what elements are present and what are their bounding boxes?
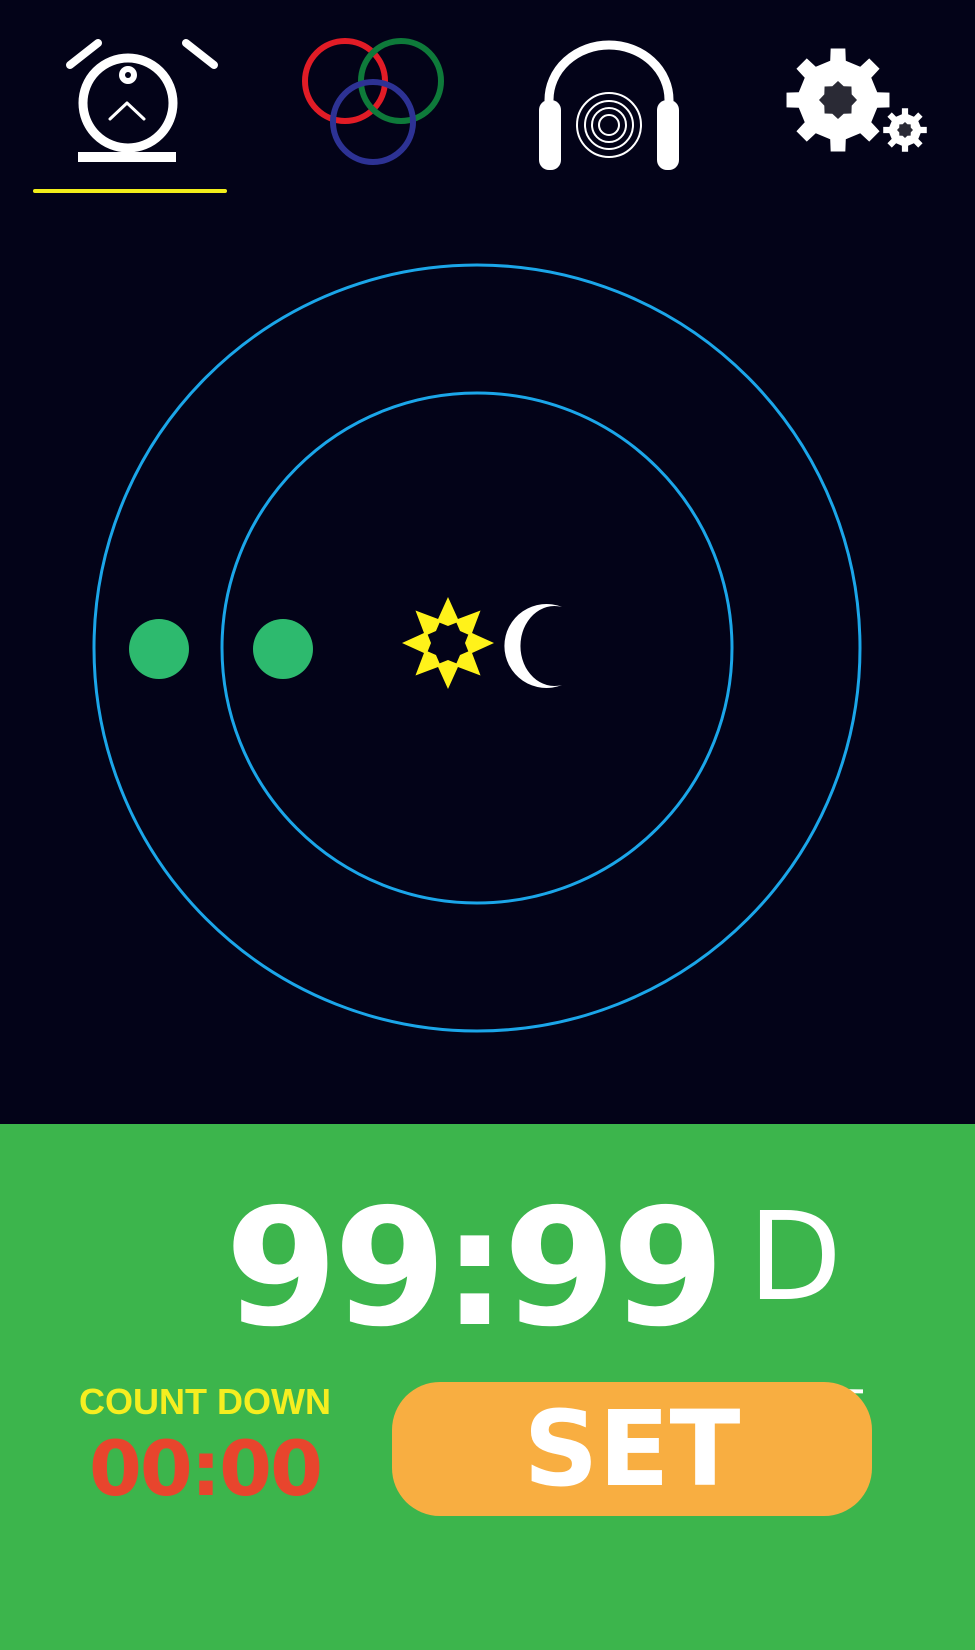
tab-settings[interactable] [760,20,960,195]
countdown-label: COUNT DOWN [79,1381,331,1422]
control-panel: 99:99 D COUNT DOWN 00:00 SET [0,1124,975,1650]
active-tab-underline [33,189,227,193]
time-unit-selector[interactable]: D [726,1186,864,1394]
countdown-value: 00:00 [89,1424,323,1513]
tab-sound[interactable] [525,20,725,195]
rgb-rings-icon [302,38,444,165]
inner-marker-dot[interactable] [253,619,313,679]
set-button[interactable]: SET [392,1382,872,1516]
tab-color[interactable] [275,20,475,195]
timer-display[interactable]: 99:99 [225,1184,725,1354]
dial-area [0,210,975,1124]
gears-icon [786,48,927,152]
alarm-clock-icon [66,39,218,162]
headphones-icon [539,40,679,170]
outer-marker-dot[interactable] [129,619,189,679]
crescent-moon-icon[interactable] [504,604,562,688]
app-root: 99:99 D COUNT DOWN 00:00 SET [0,0,975,1650]
time-unit-label: D [748,1186,842,1328]
top-nav [0,0,975,210]
tab-alarm[interactable] [30,20,230,195]
sun-icon[interactable] [402,597,494,689]
